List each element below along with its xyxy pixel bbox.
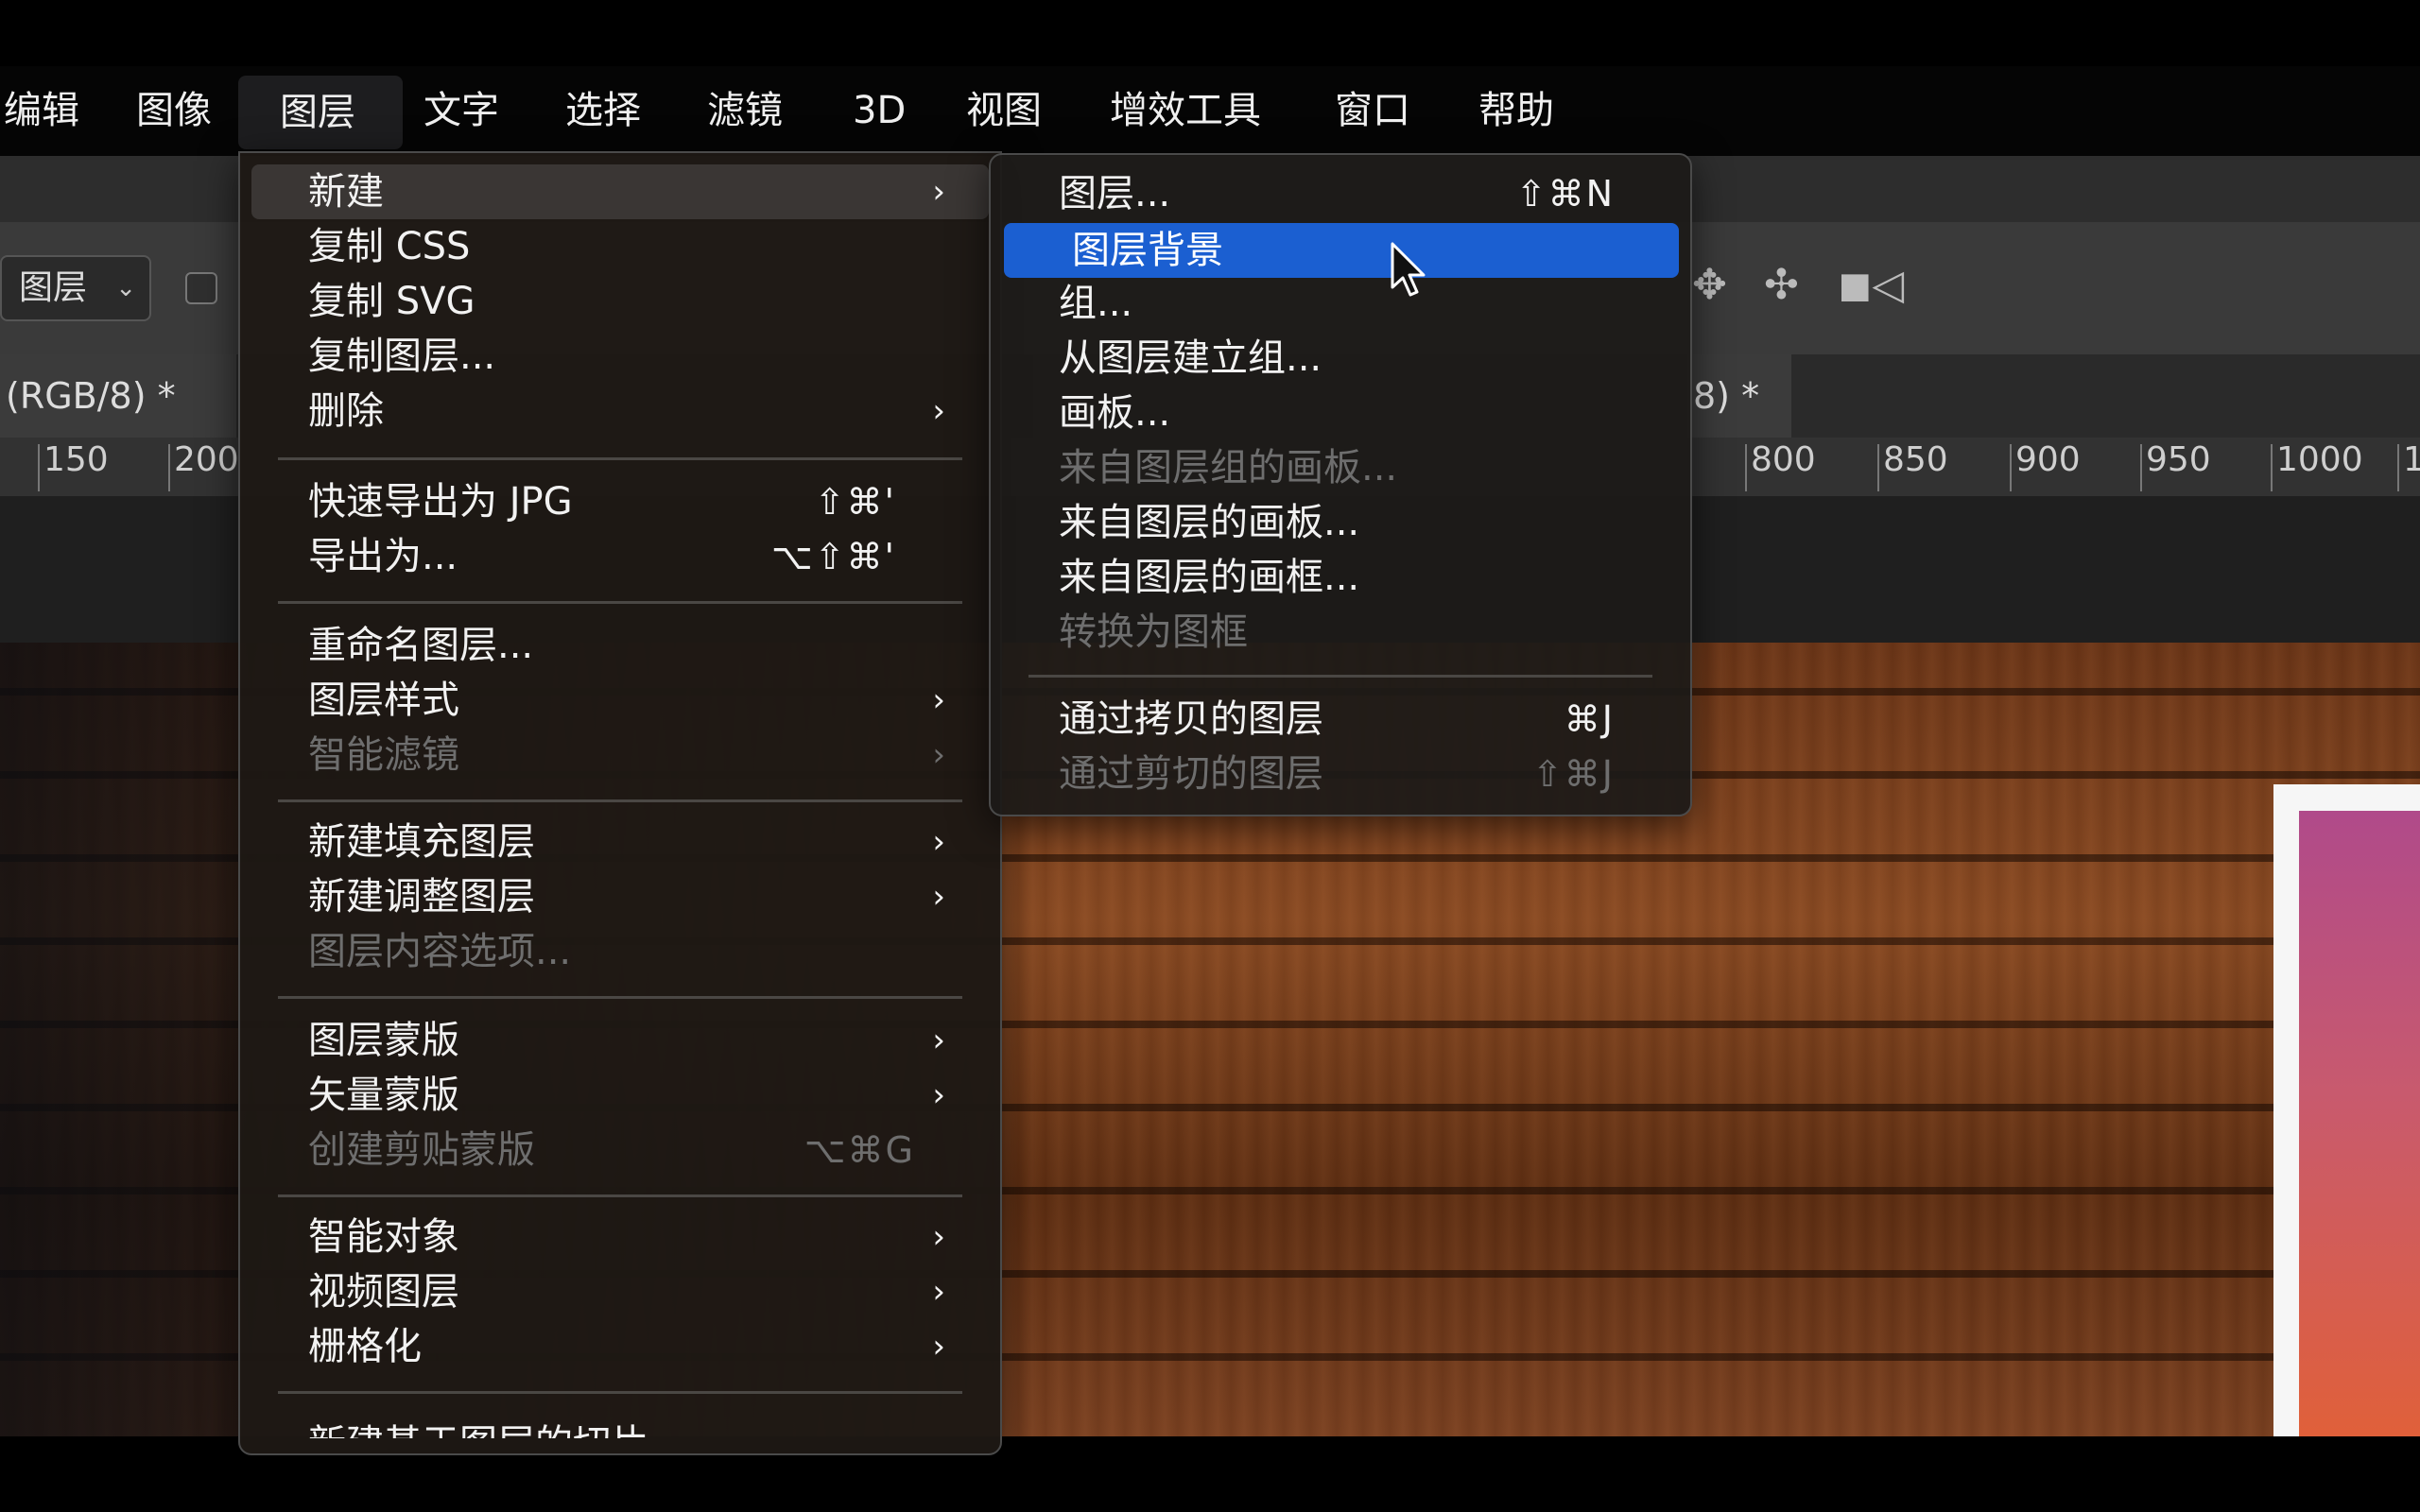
- menu-image[interactable]: 图像: [115, 66, 233, 156]
- chevron-right-icon: ›: [932, 1328, 945, 1366]
- ruler-tick-label: 800: [1751, 440, 1816, 479]
- shortcut: ⌥⇧⌘': [770, 536, 896, 577]
- shortcut: ⇧⌘N: [1515, 173, 1615, 215]
- shortcut: ⇧⌘J: [1531, 753, 1615, 795]
- auto-select-checkbox[interactable]: [185, 272, 217, 304]
- menu-separator: [278, 996, 962, 999]
- menu-type[interactable]: 文字: [403, 66, 520, 156]
- submenu-item-group[interactable]: 组...: [991, 276, 1690, 331]
- new-submenu: 图层... ⇧⌘N 图层背景 组... 从图层建立组... 画板... 来自图层…: [989, 153, 1692, 816]
- menu-item-smart-object[interactable]: 智能对象 ›: [240, 1210, 1000, 1264]
- menu-window[interactable]: 窗口: [1314, 66, 1431, 156]
- menu-item-layer-style[interactable]: 图层样式 ›: [240, 673, 1000, 728]
- ruler-tick-line: [2397, 444, 2399, 491]
- ruler-tick-line: [38, 444, 40, 491]
- ruler-tick-line: [2271, 444, 2273, 491]
- chevron-right-icon: ›: [932, 1076, 945, 1114]
- ruler-tick-line: [2140, 444, 2142, 491]
- menu-help[interactable]: 帮助: [1458, 66, 1575, 156]
- menu-3d[interactable]: 3D: [832, 66, 926, 156]
- shortcut: ⇧⌘': [814, 481, 896, 523]
- ruler-tick-line: [1877, 444, 1879, 491]
- document-tab[interactable]: (RGB/8) *: [0, 354, 236, 438]
- layer-menu: 新建 › 复制 CSS 复制 SVG 复制图层... 删除 › 快速导出为 JP…: [238, 151, 1002, 1455]
- shortcut: ⌥⌘G: [804, 1129, 915, 1171]
- menu-item-vector-mask[interactable]: 矢量蒙版 ›: [240, 1068, 1000, 1123]
- 3d-pan-icon[interactable]: ✥: [1692, 261, 1727, 309]
- menu-item-copy-svg[interactable]: 复制 SVG: [240, 274, 1000, 329]
- menu-view[interactable]: 视图: [945, 66, 1063, 156]
- chevron-right-icon: ›: [932, 173, 945, 211]
- 3d-move-icon[interactable]: ✣: [1764, 261, 1799, 309]
- menu-item-smart-filter: 智能滤镜 ›: [240, 728, 1000, 782]
- menu-item-rasterize[interactable]: 栅格化 ›: [240, 1319, 1000, 1374]
- menu-separator: [278, 799, 962, 802]
- menu-layer[interactable]: 图层: [238, 76, 403, 149]
- menu-plugins[interactable]: 增效工具: [1089, 66, 1282, 156]
- menu-separator: [278, 1194, 962, 1197]
- photo-sky: [2299, 811, 2420, 1436]
- chevron-right-icon: ›: [932, 1022, 945, 1059]
- ruler-tick-line: [168, 444, 170, 491]
- submenu-item-artboard-from-group: 来自图层组的画板...: [1059, 446, 1398, 490]
- menu-item-delete[interactable]: 删除 ›: [240, 384, 1000, 438]
- submenu-item-artboard[interactable]: 画板...: [991, 386, 1690, 440]
- chevron-right-icon: ›: [932, 736, 945, 774]
- chevron-right-icon: ›: [932, 823, 945, 861]
- menu-item-video-layer[interactable]: 视频图层 ›: [240, 1264, 1000, 1319]
- menu-item-layer-content-options: 图层内容选项...: [308, 930, 572, 973]
- menu-separator: [278, 601, 962, 604]
- menu-item-new[interactable]: 新建 ›: [251, 164, 989, 219]
- submenu-item-convert-to-frame: 转换为图框: [1059, 610, 1248, 654]
- submenu-item-layer[interactable]: 图层... ⇧⌘N: [991, 166, 1690, 221]
- submenu-item-group-from-layers[interactable]: 从图层建立组...: [991, 331, 1690, 386]
- menu-item-new-fill-layer[interactable]: 新建填充图层 ›: [240, 815, 1000, 869]
- shortcut: ⌘J: [1564, 698, 1615, 740]
- menu-separator: [1028, 675, 1652, 678]
- ruler-tick-label: 1000: [2276, 440, 2363, 479]
- chevron-right-icon: ›: [932, 1273, 945, 1311]
- auto-select-value: 图层: [19, 268, 88, 307]
- ruler-tick-line: [2010, 444, 2012, 491]
- menu-separator: [278, 1391, 962, 1394]
- menu-item-create-clipping-mask: 创建剪贴蒙版 ⌥⌘G: [240, 1123, 1000, 1177]
- submenu-item-layer-via-cut: 通过剪切的图层 ⇧⌘J: [991, 747, 1690, 801]
- document-tab-2[interactable]: 8) *: [1687, 354, 1791, 438]
- ruler-tick-label: 1: [2403, 440, 2420, 479]
- menu-separator: [278, 457, 962, 460]
- ruler-tick-label: 200: [174, 440, 239, 479]
- menu-item-new-adjustment-layer[interactable]: 新建调整图层 ›: [240, 869, 1000, 924]
- ruler-tick-line: [1745, 444, 1747, 491]
- 3d-camera-icon[interactable]: ◼◁: [1838, 261, 1904, 309]
- mouse-cursor-icon: [1391, 242, 1426, 297]
- menubar: 编辑 图像 图层 文字 选择 滤镜 3D 视图 增效工具 窗口 帮助: [0, 66, 2420, 156]
- menu-item-copy-css[interactable]: 复制 CSS: [240, 219, 1000, 274]
- menu-edit[interactable]: 编辑: [0, 66, 100, 156]
- ruler-tick-label: 900: [2015, 440, 2081, 479]
- menu-item-duplicate-layer[interactable]: 复制图层...: [240, 329, 1000, 384]
- submenu-item-artboard-from-layers[interactable]: 来自图层的画板...: [991, 495, 1690, 550]
- menu-item-export-as[interactable]: 导出为... ⌥⇧⌘': [240, 529, 1000, 584]
- auto-select-dropdown[interactable]: 图层 ⌄: [0, 255, 151, 321]
- chevron-right-icon: ›: [932, 878, 945, 916]
- chevron-down-icon: ⌄: [115, 274, 136, 302]
- menu-select[interactable]: 选择: [544, 66, 662, 156]
- menu-item-new-layer-based-slice[interactable]: 新建基于图层的切片: [240, 1406, 1000, 1438]
- ruler-tick-label: 150: [43, 440, 109, 479]
- submenu-item-layer-via-copy[interactable]: 通过拷贝的图层 ⌘J: [991, 692, 1690, 747]
- chevron-right-icon: ›: [932, 1218, 945, 1256]
- ruler-tick-label: 850: [1883, 440, 1948, 479]
- menu-item-quick-export[interactable]: 快速导出为 JPG ⇧⌘': [240, 474, 1000, 529]
- menu-item-rename-layer[interactable]: 重命名图层...: [240, 618, 1000, 673]
- menu-filter[interactable]: 滤镜: [686, 66, 804, 156]
- menu-item-layer-mask[interactable]: 图层蒙版 ›: [240, 1013, 1000, 1068]
- ruler-tick-label: 950: [2146, 440, 2211, 479]
- submenu-item-frame-from-layers[interactable]: 来自图层的画框...: [991, 550, 1690, 605]
- submenu-item-layer-from-background[interactable]: 图层背景: [1004, 223, 1679, 278]
- chevron-right-icon: ›: [932, 392, 945, 430]
- chevron-right-icon: ›: [932, 681, 945, 719]
